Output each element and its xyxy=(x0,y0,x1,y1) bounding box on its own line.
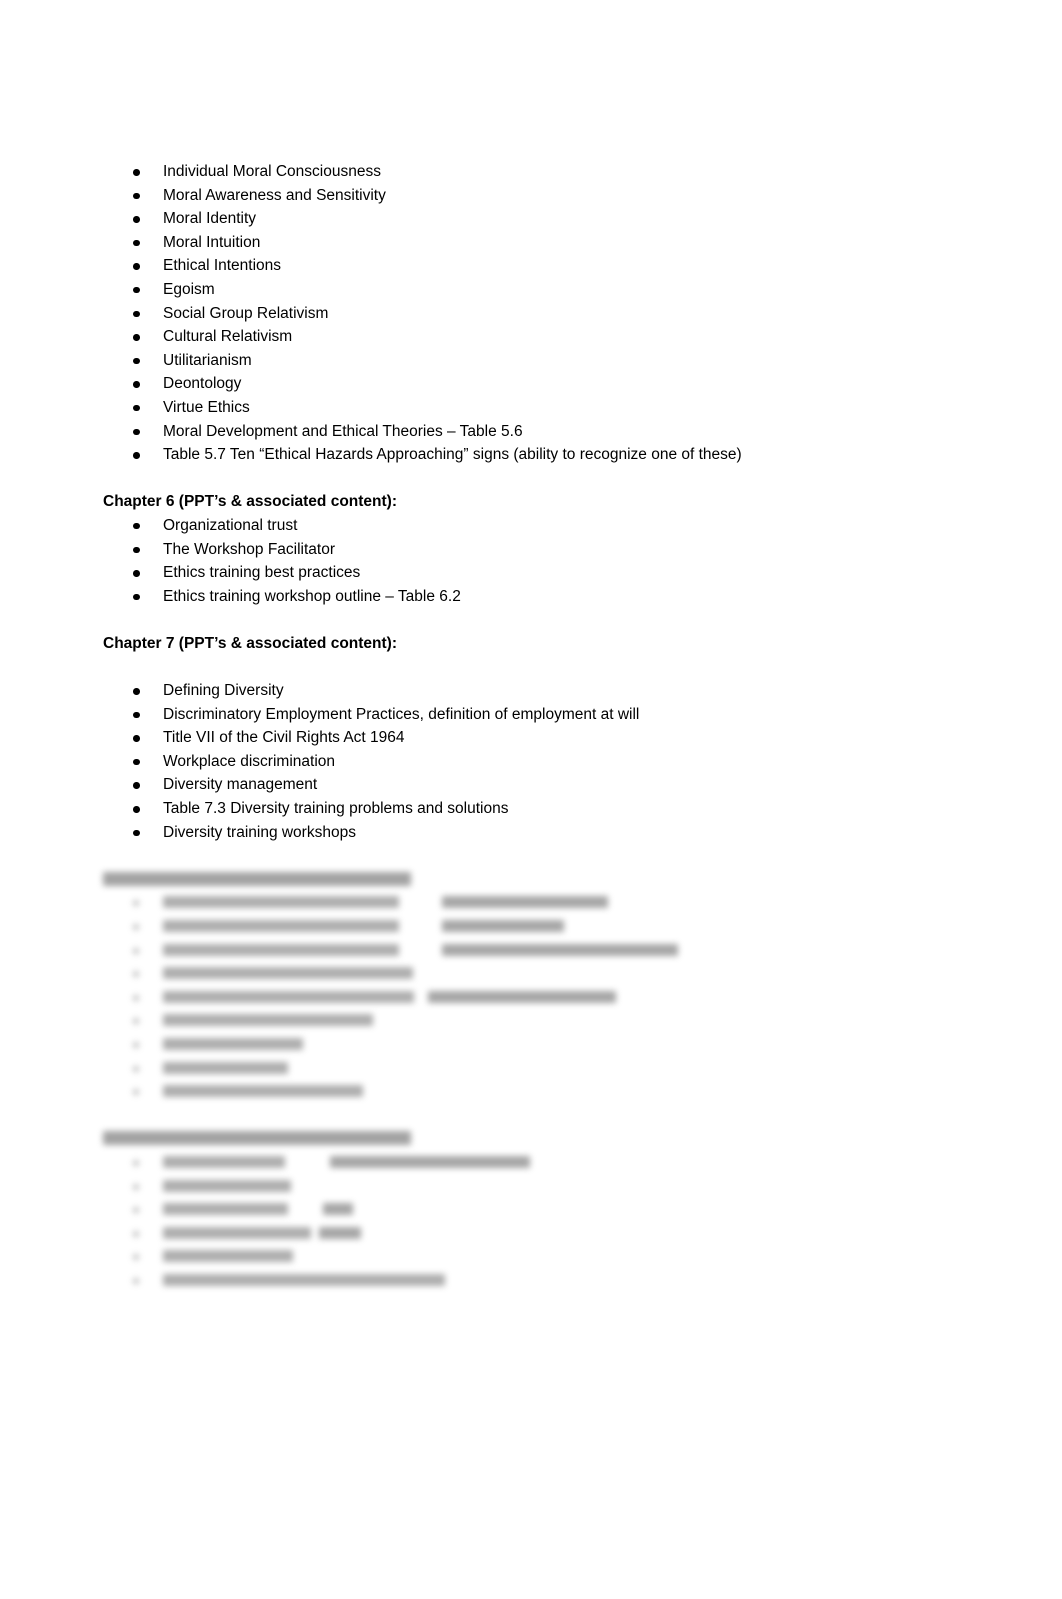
redacted-bullet-icon xyxy=(133,1041,139,1048)
list-item: Diversity training workshops xyxy=(103,821,863,845)
list-item: Virtue Ethics xyxy=(103,396,863,420)
list-item: Organizational trust xyxy=(103,514,863,538)
redacted-bar xyxy=(163,943,399,956)
redacted-bar xyxy=(163,920,399,932)
list-item: Moral Awareness and Sensitivity xyxy=(103,184,863,208)
redacted-bar xyxy=(163,1273,445,1286)
redacted-list-item xyxy=(103,1269,863,1293)
heading-chapter-7: Chapter 7 (PPT’s & associated content): xyxy=(103,634,397,652)
redacted-bar xyxy=(442,943,678,956)
redacted-bullet-icon xyxy=(133,1254,139,1261)
bullet-list-chapter-6: Organizational trust The Workshop Facili… xyxy=(103,514,863,608)
redacted-bullet-icon xyxy=(133,1159,139,1166)
redacted-bullet-icon xyxy=(133,1018,139,1025)
list-item: Moral Development and Ethical Theories –… xyxy=(103,420,863,444)
list-item: Ethical Intentions xyxy=(103,254,863,278)
redacted-bullet-icon xyxy=(133,994,139,1001)
list-item: Workplace discrimination xyxy=(103,750,863,774)
redacted-heading xyxy=(103,868,863,892)
redacted-list-item xyxy=(103,1080,863,1104)
redacted-bar xyxy=(442,920,564,932)
redacted-bar xyxy=(163,1250,293,1263)
redacted-bullet-icon xyxy=(133,1065,139,1072)
list-item: Egoism xyxy=(103,278,863,302)
redacted-list-item xyxy=(103,915,863,939)
bullet-list-chapter-7: Defining Diversity Discriminatory Employ… xyxy=(103,679,863,844)
redacted-bar xyxy=(163,1203,288,1216)
redacted-list-item xyxy=(103,1033,863,1057)
redacted-list-item xyxy=(103,962,863,986)
list-item: Title VII of the Civil Rights Act 1964 xyxy=(103,726,863,750)
redacted-bar xyxy=(163,1014,373,1027)
redacted-bar xyxy=(163,990,414,1003)
redacted-bar xyxy=(428,990,616,1003)
redacted-bar xyxy=(319,1226,361,1239)
redacted-bar xyxy=(163,896,399,909)
redacted-bullet-icon xyxy=(133,924,139,930)
redacted-bullet-icon xyxy=(133,947,139,954)
heading-chapter-6: Chapter 6 (PPT’s & associated content): xyxy=(103,493,397,511)
redacted-list-item xyxy=(103,891,863,915)
redacted-bar xyxy=(103,871,411,886)
redacted-bar xyxy=(442,896,608,909)
redacted-bar xyxy=(330,1155,530,1168)
redacted-list-item xyxy=(103,1009,863,1033)
redacted-section-2 xyxy=(103,1127,863,1292)
list-item: Ethics training workshop outline – Table… xyxy=(103,585,863,609)
list-item: Social Group Relativism xyxy=(103,302,863,326)
redacted-bar xyxy=(163,1085,363,1098)
list-item: Moral Identity xyxy=(103,207,863,231)
redacted-bullet-icon xyxy=(133,900,139,907)
redacted-list-item xyxy=(103,1198,863,1222)
list-item: Diversity management xyxy=(103,773,863,797)
list-item: Discriminatory Employment Practices, def… xyxy=(103,703,863,727)
redacted-bullet-icon xyxy=(133,971,139,978)
redacted-section-1 xyxy=(103,868,863,1104)
redacted-heading xyxy=(103,1127,863,1151)
redacted-list-item xyxy=(103,1175,863,1199)
list-item: The Workshop Facilitator xyxy=(103,538,863,562)
redacted-bar xyxy=(323,1203,353,1216)
redacted-bullet-icon xyxy=(133,1183,139,1190)
redacted-list-item xyxy=(103,1222,863,1246)
redacted-list-item xyxy=(103,986,863,1010)
list-item: Moral Intuition xyxy=(103,231,863,255)
redacted-bar xyxy=(163,1179,291,1192)
list-item: Individual Moral Consciousness xyxy=(103,160,863,184)
list-item: Deontology xyxy=(103,372,863,396)
redacted-bar xyxy=(163,1037,303,1050)
redacted-bullet-icon xyxy=(133,1207,139,1214)
redacted-bar xyxy=(163,1155,285,1168)
document-content: Individual Moral Consciousness Moral Awa… xyxy=(103,160,863,1293)
list-item: Defining Diversity xyxy=(103,679,863,703)
redacted-bullet-icon xyxy=(133,1277,139,1284)
bullet-list-chapter-5: Individual Moral Consciousness Moral Awa… xyxy=(103,160,863,467)
list-item: Utilitarianism xyxy=(103,349,863,373)
redacted-bullet-icon xyxy=(133,1230,139,1237)
redacted-bullet-icon xyxy=(133,1089,139,1096)
redacted-bar xyxy=(103,1131,411,1146)
list-item: Cultural Relativism xyxy=(103,325,863,349)
redacted-bar xyxy=(163,1061,288,1074)
redacted-list-item xyxy=(103,939,863,963)
list-item: Ethics training best practices xyxy=(103,561,863,585)
redacted-bar xyxy=(163,967,413,980)
document-page: Individual Moral Consciousness Moral Awa… xyxy=(0,0,1062,1599)
redacted-list-item xyxy=(103,1057,863,1081)
redacted-list-item xyxy=(103,1151,863,1175)
redacted-list-item xyxy=(103,1245,863,1269)
redacted-bar xyxy=(163,1226,311,1239)
list-item: Table 7.3 Diversity training problems an… xyxy=(103,797,863,821)
list-item: Table 5.7 Ten “Ethical Hazards Approachi… xyxy=(103,443,863,467)
